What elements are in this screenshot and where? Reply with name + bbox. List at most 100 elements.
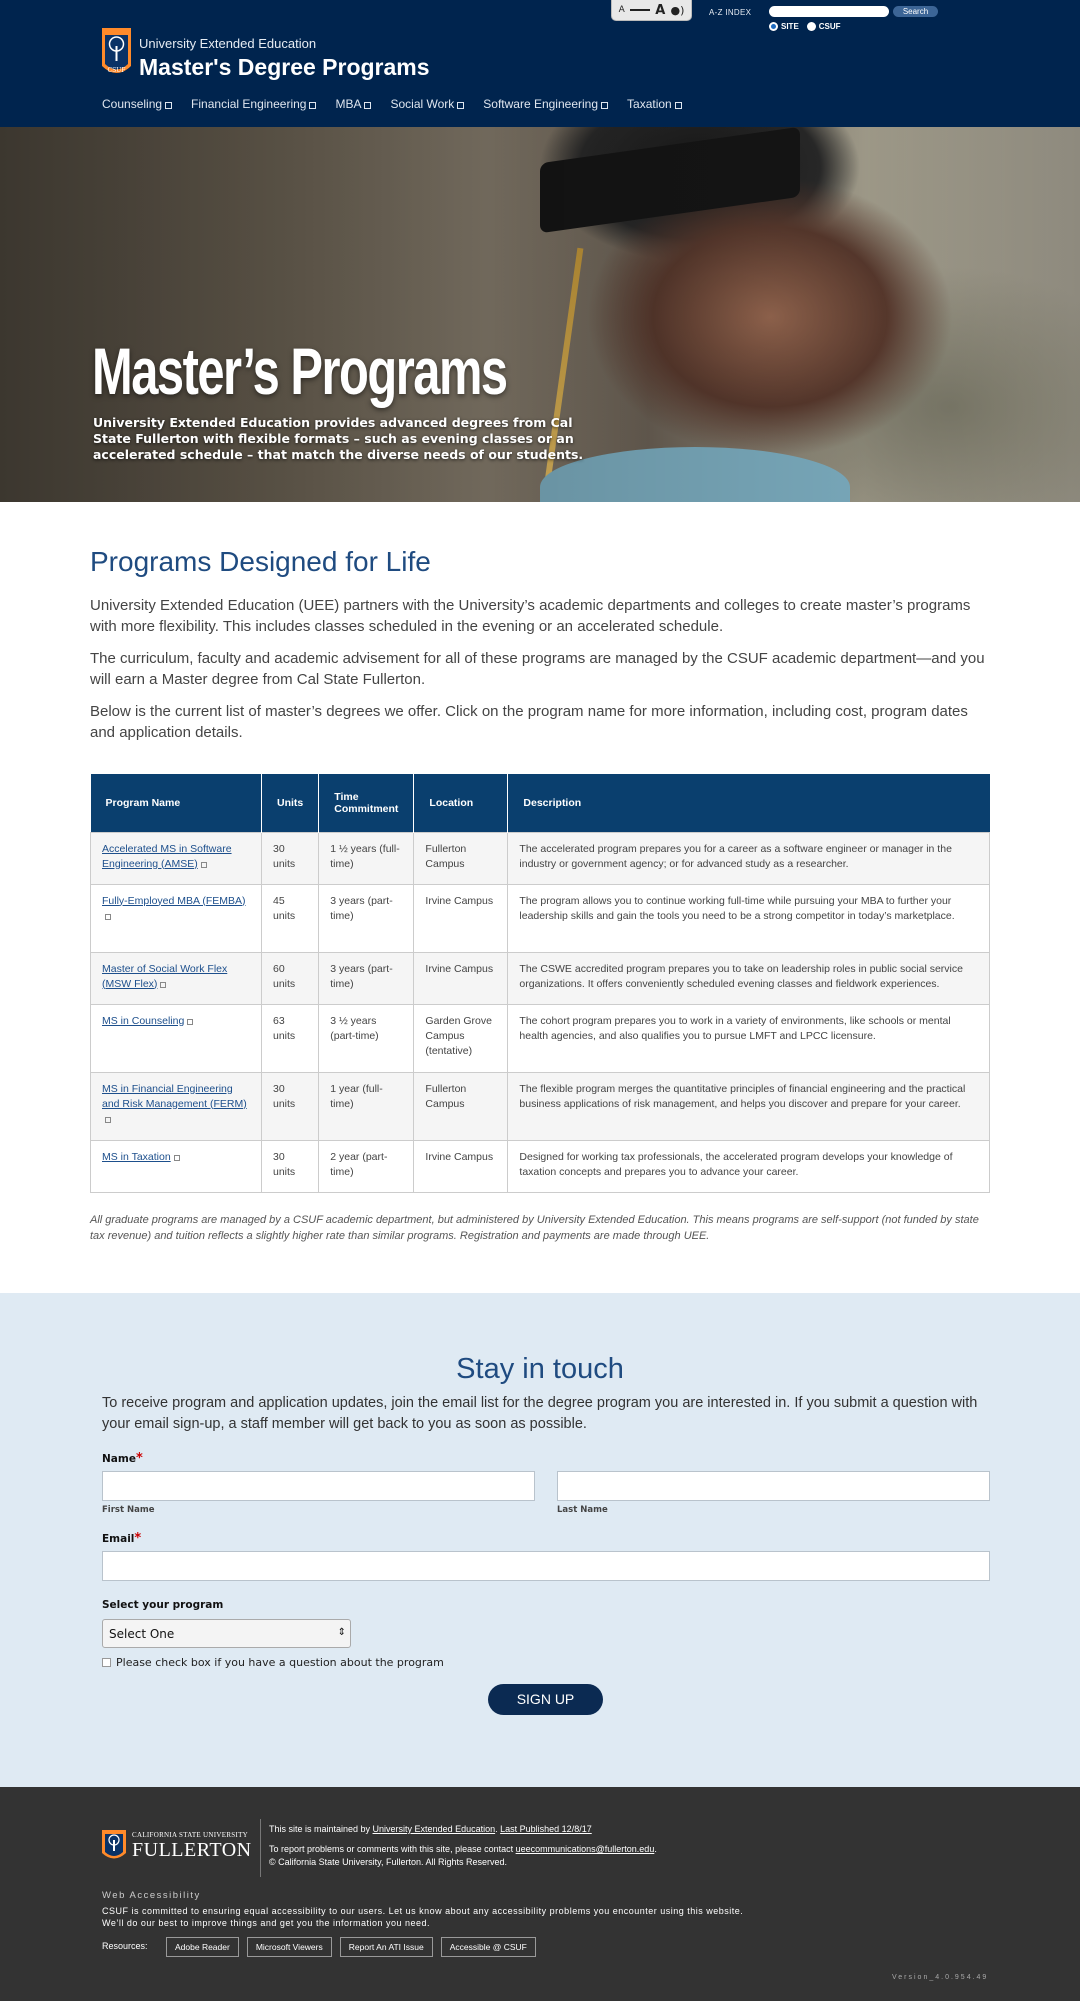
col-description: Description	[507, 774, 990, 832]
external-link-icon	[160, 981, 167, 988]
nav-software-engineering-label[interactable]: Software Engineering	[483, 97, 598, 111]
search-scope: SITE CSUF	[769, 22, 849, 31]
intro-paragraph-2: The curriculum, faculty and academic adv…	[90, 650, 985, 688]
resource-buttons: Adobe Reader Microsoft Viewers Report An…	[166, 1937, 544, 1957]
cell-description: The accelerated program prepares you for…	[507, 831, 990, 885]
cell-time: 3 ½ years (part-time)	[318, 1003, 415, 1073]
cell-location: Irvine Campus	[413, 883, 509, 953]
radio-csuf-dot[interactable]	[806, 22, 816, 31]
cell-location: Garden Grove Campus (tentative)	[413, 1003, 509, 1073]
speaker-icon[interactable]: ●)	[671, 4, 685, 17]
csuf-shield-logo[interactable]: CSUF	[102, 26, 131, 80]
external-link-icon	[200, 861, 207, 868]
question-checkbox-label: Please check box if you have a question …	[116, 1656, 444, 1669]
cell-program: MS in Financial Engineering and Risk Man…	[90, 1071, 262, 1141]
text-size-slider[interactable]	[630, 9, 650, 11]
csuf-footer-logo[interactable]: CALIFORNIA STATE UNIVERSITY FULLERTON	[102, 1829, 252, 1863]
required-mark: *	[135, 1451, 143, 1466]
program-link[interactable]: MS in Counseling	[102, 1015, 184, 1027]
name-label-text: Name	[102, 1453, 136, 1465]
nav-mba[interactable]: MBA	[335, 97, 372, 111]
table-row: MS in Counseling 63 units 3 ½ years (par…	[90, 1003, 990, 1073]
select-arrow-icon: ⇕	[337, 1627, 346, 1638]
name-label: Name*	[102, 1451, 143, 1466]
text-size-small[interactable]: A	[619, 5, 625, 15]
program-link[interactable]: MS in Financial Engineering and Risk Man…	[102, 1083, 247, 1110]
first-name-label: First Name	[102, 1505, 155, 1515]
copyright: © California State University, Fullerton…	[269, 1857, 508, 1867]
site-title[interactable]: Master's Degree Programs	[139, 54, 430, 81]
accessibility-text: CSUF is committed to ensuring equal acce…	[102, 1905, 862, 1929]
nav-social-work[interactable]: Social Work	[390, 97, 465, 111]
cell-units: 45 units	[260, 883, 320, 953]
adobe-reader-button[interactable]: Adobe Reader	[166, 1937, 239, 1957]
last-published: Last Published 12/8/17	[500, 1824, 592, 1834]
microsoft-viewers-button[interactable]: Microsoft Viewers	[246, 1937, 332, 1957]
cell-description: The flexible program merges the quantita…	[507, 1071, 990, 1141]
stay-in-touch-section: Stay in touch To receive program and app…	[0, 1293, 1080, 1787]
table-row: Fully-Employed MBA (FEMBA) 45 units 3 ye…	[90, 883, 990, 953]
nav-financial-engineering-label[interactable]: Financial Engineering	[191, 97, 306, 111]
email-field[interactable]	[102, 1551, 990, 1581]
nav-counseling-label[interactable]: Counseling	[102, 97, 162, 111]
program-label: Select your program	[102, 1599, 224, 1611]
nav-counseling[interactable]: Counseling	[102, 97, 173, 111]
program-link[interactable]: Accelerated MS in Software Engineering (…	[102, 843, 232, 870]
required-mark: *	[134, 1531, 142, 1546]
cell-program: MS in Taxation	[90, 1139, 262, 1193]
uee-link[interactable]: University Extended Education	[373, 1824, 496, 1834]
search-input[interactable]	[769, 6, 889, 17]
az-index-link[interactable]: A-Z INDEX	[709, 8, 751, 17]
report-email-link[interactable]: ueecommunications@fullerton.edu	[516, 1844, 655, 1854]
accessibility-line-2: We’ll do our best to improve things and …	[102, 1918, 431, 1928]
resources-label: Resources:	[102, 1941, 148, 1951]
cell-units: 30 units	[260, 831, 320, 885]
nav-software-engineering[interactable]: Software Engineering	[483, 97, 609, 111]
table-row: MS in Taxation 30 units 2 year (part-tim…	[90, 1139, 990, 1193]
intro-paragraph-1: University Extended Education (UEE) part…	[90, 597, 971, 635]
cell-description: The program allows you to continue worki…	[507, 883, 990, 953]
cell-units: 63 units	[260, 1003, 320, 1073]
text-size-large[interactable]: A	[655, 3, 665, 18]
radio-csuf-label: CSUF	[818, 22, 841, 31]
accessible-csuf-button[interactable]: Accessible @ CSUF	[440, 1937, 536, 1957]
nav-mba-label[interactable]: MBA	[335, 97, 361, 111]
intro-paragraph-3: Below is the current list of master’s de…	[90, 703, 968, 741]
cell-description: The cohort program prepares you to work …	[507, 1003, 990, 1073]
program-link[interactable]: MS in Taxation	[102, 1151, 171, 1163]
nav-taxation-label[interactable]: Taxation	[627, 97, 672, 111]
sign-up-button[interactable]: SIGN UP	[488, 1684, 603, 1715]
radio-site-dot[interactable]	[769, 22, 778, 31]
program-link[interactable]: Fully-Employed MBA (FEMBA)	[102, 895, 246, 907]
cell-time: 1 year (full-time)	[318, 1071, 415, 1141]
report-suffix: .	[654, 1844, 657, 1854]
external-link-icon	[173, 1154, 180, 1161]
last-name-field[interactable]	[557, 1471, 990, 1501]
cell-time: 3 years (part-time)	[318, 951, 415, 1005]
external-link-icon	[674, 101, 682, 109]
cell-units: 60 units	[260, 951, 320, 1005]
col-time-commitment: Time Commitment	[318, 774, 415, 832]
nav-taxation[interactable]: Taxation	[627, 97, 682, 111]
table-row: Accelerated MS in Software Engineering (…	[90, 831, 990, 885]
col-location: Location	[413, 774, 509, 832]
report-ati-issue-button[interactable]: Report An ATI Issue	[339, 1937, 433, 1957]
radio-csuf[interactable]: CSUF	[806, 22, 841, 31]
program-select-value: Select One	[109, 1627, 175, 1641]
question-checkbox[interactable]	[102, 1658, 111, 1667]
program-select[interactable]: Select One ⇕	[102, 1619, 351, 1648]
programs-table: Program Name Units Time Commitment Locat…	[90, 774, 990, 1193]
cell-program: Fully-Employed MBA (FEMBA)	[90, 883, 262, 953]
cell-description: Designed for working tax professionals, …	[507, 1139, 990, 1193]
question-checkbox-row: Please check box if you have a question …	[102, 1656, 444, 1669]
cell-time: 3 years (part-time)	[318, 883, 415, 953]
first-name-field[interactable]	[102, 1471, 535, 1501]
cell-program: MS in Counseling	[90, 1003, 262, 1073]
search-button[interactable]: Search	[893, 6, 938, 17]
text-size-control[interactable]: A A ●)	[611, 0, 692, 21]
radio-site[interactable]: SITE	[769, 22, 799, 31]
nav-social-work-label[interactable]: Social Work	[390, 97, 454, 111]
accessibility-title: Web Accessibility	[102, 1890, 201, 1901]
accessibility-line-1: CSUF is committed to ensuring equal acce…	[102, 1906, 744, 1916]
nav-financial-engineering[interactable]: Financial Engineering	[191, 97, 317, 111]
